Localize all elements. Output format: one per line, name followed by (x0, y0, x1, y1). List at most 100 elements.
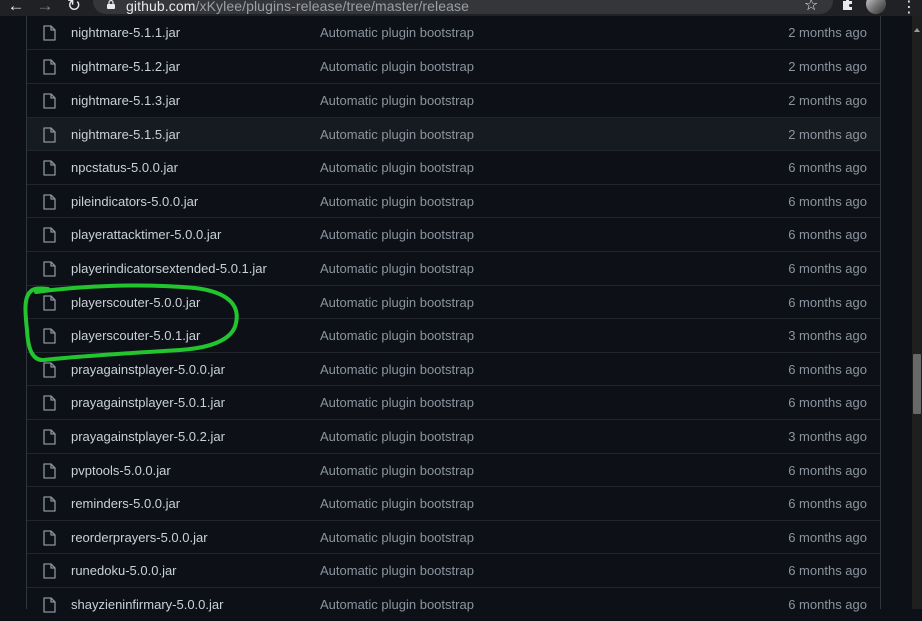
file-row[interactable]: nightmare-5.1.2.jar Automatic plugin boot… (27, 49, 880, 83)
extensions-puzzle-icon[interactable] (840, 0, 856, 12)
commit-message-link[interactable]: Automatic plugin bootstrap (320, 530, 474, 545)
file-name-link[interactable]: nightmare-5.1.5.jar (71, 127, 180, 142)
commit-message-link[interactable]: Automatic plugin bootstrap (320, 127, 474, 142)
file-name-link[interactable]: nightmare-5.1.1.jar (71, 25, 180, 40)
commit-age: 2 months ago (788, 24, 867, 40)
page-scrollbar[interactable] (912, 16, 922, 609)
commit-message-link[interactable]: Automatic plugin bootstrap (320, 160, 474, 175)
file-row[interactable]: nightmare-5.1.3.jar Automatic plugin boot… (27, 83, 880, 117)
file-icon (43, 160, 56, 176)
file-name-link[interactable]: npcstatus-5.0.0.jar (71, 160, 178, 175)
commit-message-link[interactable]: Automatic plugin bootstrap (320, 295, 474, 310)
scrollbar-thumb[interactable] (913, 354, 921, 414)
file-row[interactable]: runedoku-5.0.0.jar Automatic plugin boots… (27, 553, 880, 587)
file-icon (43, 194, 56, 210)
file-icon (43, 563, 56, 580)
file-name-link[interactable]: shayzieninfirmary-5.0.0.jar (71, 597, 223, 612)
address-bar[interactable]: github.com/xKylee/plugins-release/tree/m… (93, 0, 833, 14)
file-name-link[interactable]: playerscouter-5.0.0.jar (71, 295, 200, 310)
file-name-link[interactable]: pileindicators-5.0.0.jar (71, 194, 198, 209)
file-name-link[interactable]: nightmare-5.1.2.jar (71, 59, 180, 74)
file-row[interactable]: nightmare-5.1.1.jar Automatic plugin boot… (27, 16, 880, 50)
commit-age: 6 months ago (788, 160, 867, 176)
commit-message-link[interactable]: Automatic plugin bootstrap (320, 59, 474, 74)
file-icon (43, 261, 56, 277)
bookmark-star-icon[interactable]: ☆ (804, 0, 818, 15)
file-icon (43, 227, 56, 244)
commit-age: 6 months ago (788, 294, 867, 310)
file-icon (43, 496, 56, 512)
commit-age: 2 months ago (788, 59, 867, 75)
commit-message-link[interactable]: Automatic plugin bootstrap (320, 25, 474, 40)
file-name-link[interactable]: nightmare-5.1.3.jar (71, 93, 180, 108)
commit-age: 2 months ago (788, 126, 867, 142)
commit-age: 6 months ago (788, 462, 867, 478)
browser-menu-icon[interactable]: ⋮ (901, 0, 917, 16)
file-icon (43, 597, 56, 613)
commit-message-link[interactable]: Automatic plugin bootstrap (320, 597, 474, 612)
commit-age: 6 months ago (788, 563, 867, 579)
file-name-link[interactable]: playerindicatorsextended-5.0.1.jar (71, 261, 267, 276)
commit-age: 2 months ago (788, 93, 867, 108)
url-text: github.com/xKylee/plugins-release/tree/m… (126, 0, 469, 14)
commit-message-link[interactable]: Automatic plugin bootstrap (320, 328, 474, 343)
file-row[interactable]: playerindicatorsextended-5.0.1.jar Automa… (27, 251, 880, 285)
file-row[interactable]: shayzieninfirmary-5.0.0.jar Automatic plu… (27, 587, 880, 621)
file-name-link[interactable]: runedoku-5.0.0.jar (71, 563, 177, 578)
commit-age: 6 months ago (788, 395, 867, 411)
commit-age: 6 months ago (788, 193, 867, 209)
file-name-link[interactable]: reminders-5.0.0.jar (71, 496, 180, 511)
lock-icon (107, 0, 115, 9)
file-row[interactable]: npcstatus-5.0.0.jar Automatic plugin boot… (27, 150, 880, 184)
file-row[interactable]: playerscouter-5.0.1.jar Automatic plugin … (27, 318, 880, 352)
file-icon (43, 429, 56, 445)
file-name-link[interactable]: prayagainstplayer-5.0.0.jar (71, 362, 225, 377)
file-icon (43, 25, 56, 41)
file-row[interactable]: prayagainstplayer-5.0.1.jar Automatic plu… (27, 385, 880, 419)
file-row[interactable]: nightmare-5.1.5.jar Automatic plugin boot… (27, 116, 880, 151)
file-row[interactable]: prayagainstplayer-5.0.0.jar Automatic plu… (27, 351, 880, 386)
file-icon (43, 462, 56, 479)
commit-age: 6 months ago (788, 496, 867, 512)
file-icon (43, 93, 56, 109)
commit-message-link[interactable]: Automatic plugin bootstrap (320, 463, 474, 478)
commit-message-link[interactable]: Automatic plugin bootstrap (320, 429, 474, 444)
commit-message-link[interactable]: Automatic plugin bootstrap (320, 496, 474, 511)
commit-message-link[interactable]: Automatic plugin bootstrap (320, 395, 474, 410)
commit-age: 6 months ago (788, 361, 867, 377)
file-row[interactable]: reorderprayers-5.0.0.jar Automatic plugin… (27, 519, 880, 554)
file-name-link[interactable]: reorderprayers-5.0.0.jar (71, 530, 208, 545)
profile-avatar[interactable] (866, 0, 886, 14)
file-row[interactable]: playerattacktimer-5.0.0.jar Automatic plu… (27, 217, 880, 251)
commit-age: 6 months ago (788, 261, 867, 276)
commit-message-link[interactable]: Automatic plugin bootstrap (320, 563, 474, 578)
file-row[interactable]: pvptools-5.0.0.jar Automatic plugin boots… (27, 452, 880, 487)
file-row[interactable]: pileindicators-5.0.0.jar Automatic plugin… (27, 183, 880, 218)
file-row[interactable]: prayagainstplayer-5.0.2.jar Automatic plu… (27, 419, 880, 453)
back-arrow-icon[interactable]: ← (6, 0, 26, 16)
commit-message-link[interactable]: Automatic plugin bootstrap (320, 93, 474, 108)
commit-age: 3 months ago (788, 328, 867, 344)
file-name-link[interactable]: prayagainstplayer-5.0.2.jar (71, 429, 225, 444)
file-icon (43, 395, 56, 412)
reload-icon[interactable]: ↻ (64, 0, 84, 16)
repo-page: nightmare-5.1.1.jar Automatic plugin boot… (0, 16, 912, 613)
commit-age: 6 months ago (788, 597, 867, 612)
commit-message-link[interactable]: Automatic plugin bootstrap (320, 362, 474, 377)
file-icon (43, 126, 56, 143)
file-name-link[interactable]: pvptools-5.0.0.jar (71, 463, 171, 478)
file-icon (43, 294, 56, 311)
file-icon (43, 59, 56, 76)
file-row[interactable]: playerscouter-5.0.0.jar Automatic plugin … (27, 284, 880, 319)
commit-message-link[interactable]: Automatic plugin bootstrap (320, 194, 474, 209)
file-list: nightmare-5.1.1.jar Automatic plugin boot… (26, 16, 881, 613)
commit-message-link[interactable]: Automatic plugin bootstrap (320, 261, 474, 276)
file-row[interactable]: reminders-5.0.0.jar Automatic plugin boot… (27, 486, 880, 520)
forward-arrow-icon[interactable]: → (35, 0, 55, 16)
file-name-link[interactable]: prayagainstplayer-5.0.1.jar (71, 395, 225, 410)
url-path: /xKylee/plugins-release/tree/master/rele… (195, 0, 470, 14)
scroll-up-arrow-icon[interactable] (914, 28, 920, 32)
file-name-link[interactable]: playerscouter-5.0.1.jar (71, 328, 200, 343)
commit-message-link[interactable]: Automatic plugin bootstrap (320, 227, 474, 242)
file-name-link[interactable]: playerattacktimer-5.0.0.jar (71, 227, 221, 242)
